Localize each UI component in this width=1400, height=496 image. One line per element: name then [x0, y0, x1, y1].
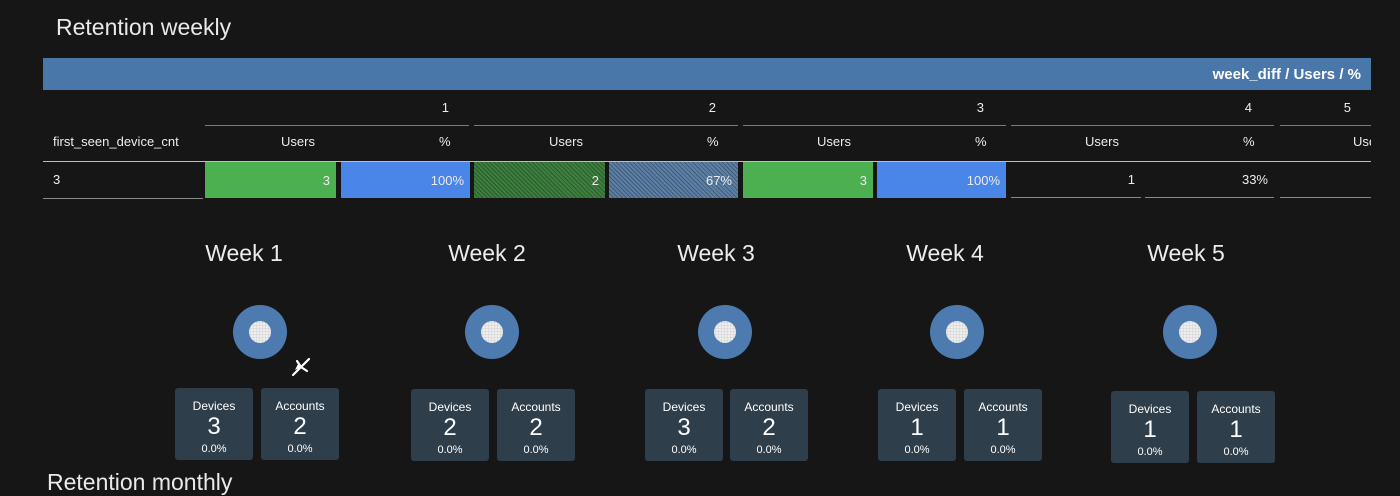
devices-label: Devices: [895, 400, 939, 414]
devices-stat-card: Devices 1 0.0%: [1111, 391, 1189, 463]
week-title: Week 5: [1147, 240, 1225, 266]
devices-count: 1: [910, 414, 924, 441]
accounts-percent: 0.0%: [287, 443, 313, 455]
percent-cell: 33%: [1145, 162, 1274, 198]
indicator-dot: [481, 321, 503, 343]
devices-count: 2: [443, 414, 457, 441]
indicator-dot: [946, 321, 968, 343]
accounts-label: Accounts: [978, 400, 1028, 414]
accounts-count: 1: [996, 414, 1010, 441]
week-indicator-icon[interactable]: [233, 305, 287, 359]
week-number-header: 1: [441, 100, 449, 115]
users-column-header[interactable]: Users: [1085, 134, 1119, 149]
week-number-header: 5: [1343, 100, 1351, 115]
pivot-header-bar: week_diff / Users / %: [43, 58, 1371, 90]
week-group-divider: [743, 125, 1006, 126]
devices-stat-card: Devices 1 0.0%: [878, 389, 956, 461]
devices-label: Devices: [1128, 402, 1172, 416]
week-group-divider: [474, 125, 738, 126]
users-cell: 3: [743, 162, 873, 198]
devices-count: 1: [1143, 416, 1157, 443]
week-number-header: 2: [708, 100, 716, 115]
week-title: Week 2: [448, 240, 526, 266]
weekly-retention-title: Retention weekly: [56, 14, 232, 40]
devices-percent: 0.0%: [904, 444, 930, 456]
week-indicator-icon[interactable]: [698, 305, 752, 359]
week-title: Week 3: [677, 240, 755, 266]
accounts-count: 2: [293, 413, 307, 440]
week-group-divider: [1280, 125, 1371, 126]
week-group-divider: [205, 125, 469, 126]
accounts-label: Accounts: [1211, 402, 1261, 416]
devices-stat-card: Devices 2 0.0%: [411, 389, 489, 461]
accounts-label: Accounts: [744, 400, 794, 414]
devices-percent: 0.0%: [201, 443, 227, 455]
devices-percent: 0.0%: [437, 444, 463, 456]
devices-stat-card: Devices 3 0.0%: [645, 389, 723, 461]
devices-stat-card: Devices 3 0.0%: [175, 388, 253, 460]
pivot-header-label: week_diff / Users / %: [1212, 65, 1361, 83]
row-divider: [43, 198, 203, 199]
users-cell: 3: [205, 162, 336, 198]
accounts-percent: 0.0%: [523, 444, 549, 456]
monthly-retention-title: Retention monthly: [47, 469, 233, 495]
accounts-count: 1: [1229, 416, 1243, 443]
percent-column-header[interactable]: %: [975, 134, 987, 149]
row-dimension-header[interactable]: first_seen_device_cnt: [43, 134, 203, 149]
indicator-dot: [1179, 321, 1201, 343]
devices-count: 3: [677, 414, 691, 441]
row-label: 3: [53, 172, 61, 187]
accounts-stat-card: Accounts 2 0.0%: [261, 388, 339, 460]
week-number-header: 3: [976, 100, 984, 115]
pivot-table: 1 2 3 4 5 first_seen_device_cnt Users % …: [43, 90, 1371, 202]
devices-label: Devices: [428, 400, 472, 414]
users-column-header[interactable]: Users: [549, 134, 583, 149]
indicator-dot: [249, 321, 271, 343]
week-number-header: 4: [1244, 100, 1252, 115]
users-column-header-partial[interactable]: Use: [1353, 134, 1371, 149]
devices-count: 3: [207, 413, 221, 440]
accounts-label: Accounts: [511, 400, 561, 414]
week-title: Week 1: [205, 240, 283, 266]
accounts-count: 2: [762, 414, 776, 441]
accounts-stat-card: Accounts 2 0.0%: [497, 389, 575, 461]
users-cell-partial: [1280, 162, 1371, 198]
users-column-header[interactable]: Users: [817, 134, 851, 149]
accounts-percent: 0.0%: [1223, 446, 1249, 458]
percent-cell: 100%: [341, 162, 470, 198]
percent-column-header[interactable]: %: [439, 134, 451, 149]
week-title: Week 4: [906, 240, 984, 266]
percent-cell: 100%: [877, 162, 1006, 198]
accounts-stat-card: Accounts 2 0.0%: [730, 389, 808, 461]
devices-percent: 0.0%: [671, 444, 697, 456]
week-group-divider: [1011, 125, 1274, 126]
week-indicator-icon[interactable]: [1163, 305, 1217, 359]
accounts-count: 2: [529, 414, 543, 441]
accounts-percent: 0.0%: [990, 444, 1016, 456]
devices-percent: 0.0%: [1137, 446, 1163, 458]
accounts-stat-card: Accounts 1 0.0%: [964, 389, 1042, 461]
percent-column-header[interactable]: %: [707, 134, 719, 149]
devices-label: Devices: [662, 400, 706, 414]
cursor-icon: [291, 357, 311, 377]
percent-cell: 67%: [609, 162, 738, 198]
users-cell: 2: [474, 162, 605, 198]
accounts-percent: 0.0%: [756, 444, 782, 456]
week-indicator-icon[interactable]: [465, 305, 519, 359]
week-indicator-icon[interactable]: [930, 305, 984, 359]
users-cell: 1: [1011, 162, 1141, 198]
accounts-stat-card: Accounts 1 0.0%: [1197, 391, 1275, 463]
indicator-dot: [714, 321, 736, 343]
users-column-header[interactable]: Users: [281, 134, 315, 149]
devices-label: Devices: [192, 399, 236, 413]
percent-column-header[interactable]: %: [1243, 134, 1255, 149]
accounts-label: Accounts: [275, 399, 325, 413]
